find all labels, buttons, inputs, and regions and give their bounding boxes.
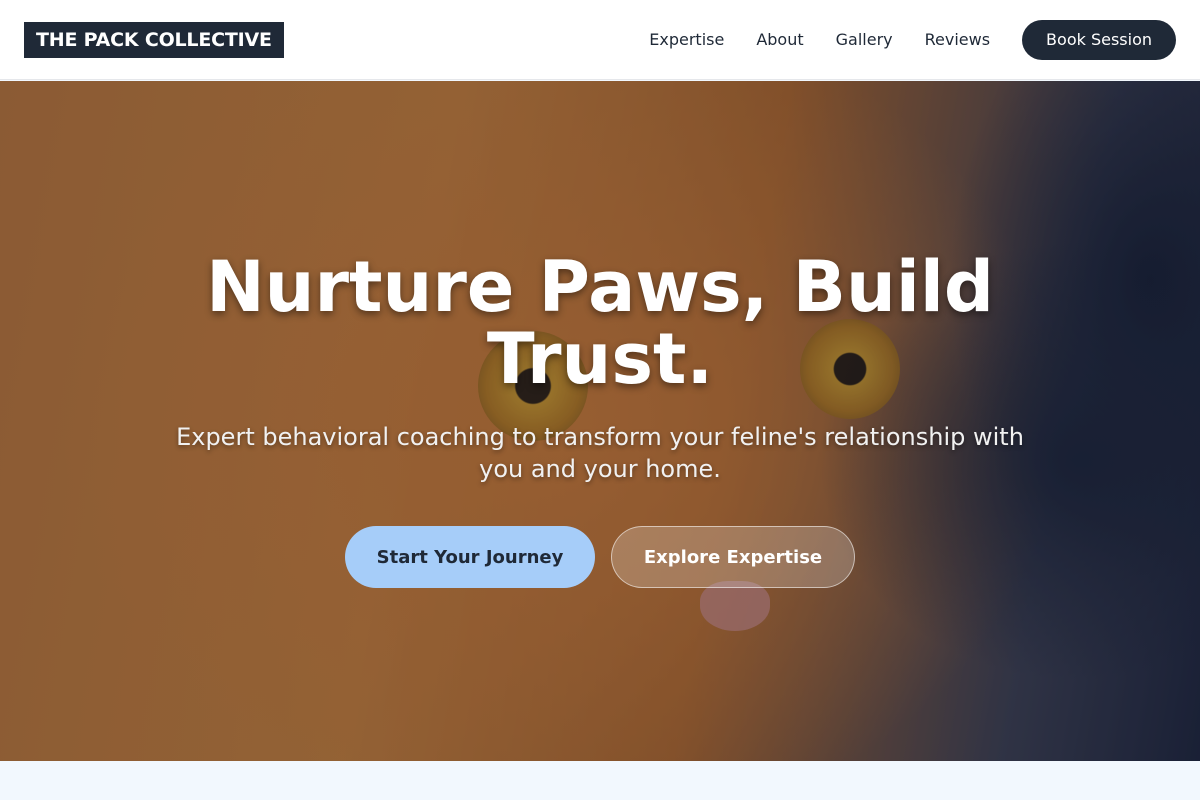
nav-link-gallery[interactable]: Gallery	[836, 30, 893, 49]
hero-title: Nurture Paws, Build Trust.	[206, 246, 994, 400]
nav-link-reviews[interactable]: Reviews	[925, 30, 990, 49]
start-journey-button[interactable]: Start Your Journey	[345, 526, 595, 588]
nav-link-expertise[interactable]: Expertise	[649, 30, 724, 49]
hero-content: Nurture Paws, Build Trust. Expert behavi…	[0, 81, 1200, 761]
explore-expertise-button[interactable]: Explore Expertise	[611, 526, 855, 588]
hero-section: Nurture Paws, Build Trust. Expert behavi…	[0, 81, 1200, 761]
nav-link-about[interactable]: About	[756, 30, 803, 49]
site-logo[interactable]: THE PACK COLLECTIVE	[24, 21, 284, 58]
book-session-button[interactable]: Book Session	[1022, 19, 1176, 60]
hero-subtitle: Expert behavioral coaching to transform …	[176, 423, 1024, 483]
site-header: THE PACK COLLECTIVE Expertise About Gall…	[0, 0, 1200, 80]
main-nav: Expertise About Gallery Reviews Book Ses…	[617, 19, 1176, 60]
